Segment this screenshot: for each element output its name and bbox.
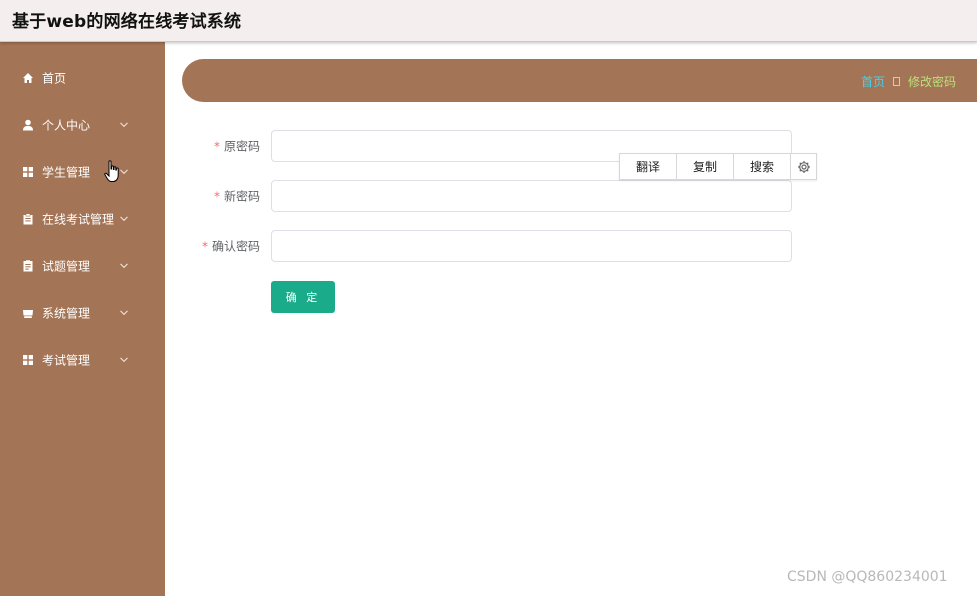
gear-icon (797, 160, 810, 173)
form-row-new-password: * 新密码 (190, 180, 800, 212)
top-header: 基于web的网络在线考试系统 (0, 0, 977, 42)
sidebar-item-online-exam-management[interactable]: 在线考试管理 (0, 195, 165, 242)
breadcrumb-home-link[interactable]: 首页 (861, 73, 885, 90)
confirm-button[interactable]: 确 定 (271, 281, 335, 313)
grid-icon (22, 166, 34, 178)
confirm-password-input[interactable] (271, 230, 792, 262)
selection-toolbar: 翻译 复制 搜索 (619, 153, 817, 180)
sidebar-item-label: 试题管理 (42, 259, 91, 273)
required-mark: * (213, 139, 220, 154)
grid-icon (22, 354, 34, 366)
home-icon (22, 72, 34, 84)
search-button[interactable]: 搜索 (734, 154, 791, 179)
chevron-down-icon (120, 263, 128, 268)
new-password-label-text: 新密码 (223, 189, 260, 204)
document-icon (22, 259, 34, 272)
sidebar-item-label: 在线考试管理 (42, 212, 115, 226)
new-password-label: * 新密码 (214, 188, 260, 205)
sidebar-item-personal-center[interactable]: 个人中心 (0, 101, 165, 148)
clipboard-icon (22, 212, 34, 225)
sidebar-item-label: 首页 (42, 71, 67, 85)
chevron-down-icon (120, 310, 128, 315)
translate-button[interactable]: 翻译 (620, 154, 677, 179)
new-password-input[interactable] (271, 180, 792, 212)
settings-button[interactable] (791, 154, 816, 179)
chevron-down-icon (120, 122, 128, 127)
sidebar-item-label: 系统管理 (42, 306, 91, 320)
form-row-confirm-password: * 确认密码 (190, 230, 800, 262)
confirm-password-label-text: 确认密码 (211, 239, 260, 254)
copy-button[interactable]: 复制 (677, 154, 734, 179)
required-mark: * (213, 189, 220, 204)
sidebar: 首页 个人中心 学生管理 在线考试管理 试题管理 系统管理 考试管理 (0, 42, 165, 596)
breadcrumb-separator-icon (892, 77, 900, 86)
sidebar-item-exam-management[interactable]: 考试管理 (0, 336, 165, 383)
sidebar-item-system-management[interactable]: 系统管理 (0, 289, 165, 336)
sidebar-item-student-management[interactable]: 学生管理 (0, 148, 165, 195)
old-password-label-text: 原密码 (223, 139, 260, 154)
app-title: 基于web的网络在线考试系统 (12, 12, 242, 32)
archive-icon (22, 307, 34, 319)
confirm-password-label: * 确认密码 (202, 238, 260, 255)
sidebar-item-label: 个人中心 (42, 118, 91, 132)
breadcrumb-bar: 首页 修改密码 (182, 59, 977, 102)
sidebar-item-question-management[interactable]: 试题管理 (0, 242, 165, 289)
breadcrumb: 首页 修改密码 (861, 73, 956, 90)
chevron-down-icon (120, 216, 128, 221)
user-icon (22, 119, 34, 131)
sidebar-item-label: 学生管理 (42, 165, 91, 179)
chevron-down-icon (120, 357, 128, 362)
sidebar-item-home[interactable]: 首页 (0, 54, 165, 101)
breadcrumb-current: 修改密码 (907, 75, 956, 89)
required-mark: * (201, 239, 208, 254)
hand-pointer-icon (104, 160, 119, 182)
old-password-label: * 原密码 (214, 138, 260, 155)
sidebar-item-label: 考试管理 (42, 353, 91, 367)
watermark: CSDN @QQ860234001 (787, 569, 948, 585)
